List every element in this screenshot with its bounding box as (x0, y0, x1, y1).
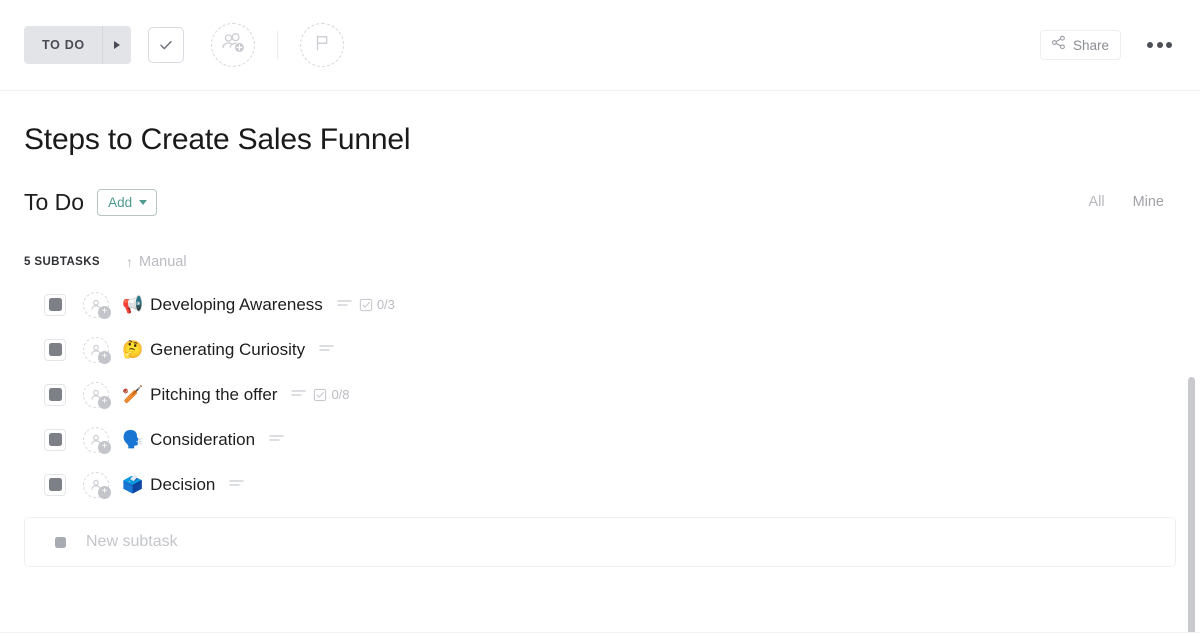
new-subtask-row[interactable] (24, 517, 1176, 567)
subtask-meta (319, 341, 334, 359)
more-options-button[interactable] (1143, 36, 1176, 54)
page-title: Steps to Create Sales Funnel (24, 91, 1176, 157)
subtask-title: Generating Curiosity (150, 340, 305, 360)
new-subtask-input[interactable] (84, 532, 980, 552)
description-lines-icon[interactable] (319, 341, 334, 359)
subtask-filters: All Mine (1088, 194, 1176, 210)
share-icon (1051, 35, 1066, 55)
assignee-add-button[interactable] (211, 23, 255, 67)
subtasks-count-label: 5 SUBTASKS (24, 256, 100, 268)
section-header: To Do Add All Mine (24, 187, 1176, 217)
subtask-emoji: 🏏 (122, 386, 143, 403)
table-row[interactable]: + 📢 Developing Awareness 0/3 (24, 282, 1176, 327)
mark-complete-button[interactable] (148, 27, 184, 63)
subtask-title: Decision (150, 475, 215, 495)
subtask-list: + 📢 Developing Awareness 0/3 (24, 282, 1176, 507)
ellipsis-icon-dot (1157, 42, 1163, 48)
arrow-up-icon: ↑ (126, 255, 133, 269)
subtask-title: Developing Awareness (150, 295, 323, 315)
table-row[interactable]: + 🗣️ Consideration (24, 417, 1176, 462)
people-add-icon (219, 31, 247, 60)
checkmark-icon (158, 37, 174, 53)
task-status-dropdown[interactable]: TO DO (24, 26, 131, 64)
subtask-emoji: 🗳️ (122, 476, 143, 493)
checklist-icon (313, 388, 327, 402)
avatar-add-icon[interactable]: + (83, 427, 109, 453)
share-button-label: Share (1073, 38, 1109, 53)
caret-right-icon[interactable] (103, 26, 131, 64)
status-square-icon[interactable] (44, 339, 66, 361)
plus-icon: + (98, 306, 111, 319)
checklist-indicator[interactable]: 0/3 (359, 297, 395, 312)
ellipsis-icon-dot (1166, 42, 1172, 48)
toolbar-divider (277, 31, 278, 59)
table-row[interactable]: + 🏏 Pitching the offer 0/8 (24, 372, 1176, 417)
plus-icon: + (98, 351, 111, 364)
scrollbar-thumb[interactable] (1188, 377, 1195, 633)
task-detail-body: Steps to Create Sales Funnel To Do Add A… (0, 91, 1200, 567)
filter-all[interactable]: All (1088, 194, 1104, 210)
checklist-count: 0/8 (331, 387, 349, 402)
table-row[interactable]: + 🤔 Generating Curiosity (24, 327, 1176, 372)
subtask-title: Pitching the offer (150, 385, 277, 405)
plus-icon: + (98, 441, 111, 454)
status-square-small-icon (55, 537, 66, 548)
status-square-icon[interactable] (44, 294, 66, 316)
checklist-count: 0/3 (377, 297, 395, 312)
description-lines-icon[interactable] (269, 431, 284, 449)
status-square-icon[interactable] (44, 474, 66, 496)
description-lines-icon[interactable] (337, 296, 352, 314)
table-row[interactable]: + 🗳️ Decision (24, 462, 1176, 507)
checklist-icon (359, 298, 373, 312)
section-title: To Do (24, 189, 84, 216)
status-square-icon[interactable] (44, 384, 66, 406)
add-button[interactable]: Add (97, 189, 157, 216)
description-lines-icon[interactable] (291, 386, 306, 404)
status-square-icon[interactable] (44, 429, 66, 451)
subtask-emoji: 📢 (122, 296, 143, 313)
sort-control[interactable]: ↑ Manual (126, 254, 187, 270)
top-toolbar: TO DO (0, 0, 1200, 91)
avatar-add-icon[interactable]: + (83, 382, 109, 408)
ellipsis-icon-dot (1147, 42, 1153, 48)
priority-flag-button[interactable] (300, 23, 344, 67)
filter-mine[interactable]: Mine (1133, 194, 1164, 210)
description-lines-icon[interactable] (229, 476, 244, 494)
plus-icon: + (98, 396, 111, 409)
subtask-meta: 0/8 (291, 386, 349, 404)
caret-down-icon (139, 200, 147, 205)
subtask-meta: 0/3 (337, 296, 395, 314)
subtask-title: Consideration (150, 430, 255, 450)
scrollbar-track[interactable] (1188, 377, 1195, 633)
subtask-meta (269, 431, 284, 449)
flag-icon (312, 33, 332, 58)
avatar-add-icon[interactable]: + (83, 292, 109, 318)
subtask-emoji: 🗣️ (122, 431, 143, 448)
add-button-label: Add (108, 195, 132, 210)
share-button[interactable]: Share (1040, 30, 1121, 60)
subtasks-header: 5 SUBTASKS ↑ Manual (24, 254, 1176, 270)
subtask-emoji: 🤔 (122, 341, 143, 358)
task-status-label: TO DO (24, 26, 102, 64)
toolbar-right-group: Share (1040, 30, 1176, 60)
checklist-indicator[interactable]: 0/8 (313, 387, 349, 402)
subtask-meta (229, 476, 244, 494)
plus-icon: + (98, 486, 111, 499)
avatar-add-icon[interactable]: + (83, 337, 109, 363)
avatar-add-icon[interactable]: + (83, 472, 109, 498)
sort-label: Manual (139, 254, 187, 270)
